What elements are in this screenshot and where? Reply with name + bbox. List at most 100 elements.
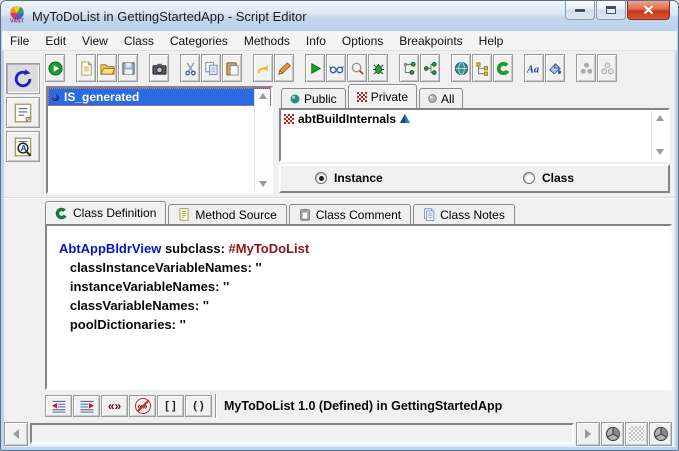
part-hierarchy-button[interactable] <box>472 54 492 82</box>
connect-part-button[interactable] <box>399 54 419 82</box>
refresh-connections-button[interactable] <box>493 54 513 82</box>
members-list[interactable]: abtBuildInternals <box>279 108 670 162</box>
clipboard-icon <box>299 208 311 221</box>
titlebar[interactable]: VAST MyToDoList in GettingStartedApp - S… <box>1 1 678 31</box>
run-button[interactable] <box>45 54 65 82</box>
menu-class[interactable]: Class <box>116 31 162 51</box>
horizontal-splitter[interactable] <box>4 197 675 199</box>
refresh-view-button[interactable] <box>6 63 40 94</box>
debug-button[interactable] <box>368 54 388 82</box>
parts-list-item[interactable]: IS_generated <box>48 88 271 106</box>
class-radio[interactable]: Class <box>523 171 574 185</box>
globe-icon <box>454 61 469 76</box>
parts-list-scrollbar[interactable] <box>254 89 270 191</box>
ungroup-parts-button[interactable] <box>597 54 617 82</box>
insert-brackets-button[interactable]: [ ] <box>157 395 184 417</box>
radio-icon <box>315 172 327 184</box>
code-editor[interactable]: AbtAppBldrView subclass: #MyToDoList cla… <box>45 224 672 390</box>
left-arrow-icon <box>13 429 19 439</box>
browse-code-button[interactable] <box>326 54 346 82</box>
dither-pattern-icon <box>629 426 644 441</box>
connect-tree-icon <box>423 61 438 76</box>
script-editor-button[interactable] <box>6 97 40 128</box>
right-arrow-icon <box>585 429 591 439</box>
message-back-button[interactable] <box>4 422 28 446</box>
members-list-item[interactable]: abtBuildInternals <box>281 110 668 127</box>
highlight-marker-button[interactable] <box>274 54 294 82</box>
fill-color-button[interactable] <box>545 54 565 82</box>
camera-icon <box>152 61 167 76</box>
tab-class-notes[interactable]: Class Notes <box>413 204 515 224</box>
tab-class-definition[interactable]: Class Definition <box>45 201 166 224</box>
remove-guillemets-button[interactable]: «» <box>129 395 156 417</box>
menu-view[interactable]: View <box>74 31 116 51</box>
insert-parens-button[interactable]: ( ) <box>185 395 212 417</box>
scroll-down-icon[interactable] <box>656 149 664 155</box>
ungroup-parts-icon <box>600 61 615 76</box>
code-content: AbtAppBldrView subclass: #MyToDoList cla… <box>47 226 670 334</box>
open-button[interactable] <box>97 54 117 82</box>
new-file-icon <box>79 61 94 76</box>
svg-text:VAST: VAST <box>10 18 25 22</box>
menu-info[interactable]: Info <box>298 31 334 51</box>
tab-private[interactable]: Private <box>348 84 417 108</box>
code-line: classInstanceVariableNames: '' <box>59 258 666 277</box>
undo-button[interactable] <box>253 54 273 82</box>
menu-categories[interactable]: Categories <box>162 31 236 51</box>
guillemets-icon: «» <box>108 399 121 413</box>
tab-class-comment[interactable]: Class Comment <box>289 204 411 224</box>
menu-edit[interactable]: Edit <box>37 31 74 51</box>
members-list-item-label: abtBuildInternals <box>298 112 396 126</box>
visibility-tabs: Public Private All <box>281 84 465 108</box>
web-browser-button[interactable] <box>451 54 471 82</box>
toolbar-separator <box>215 394 217 418</box>
editor-tabs: Class Definition Method Source Class Com… <box>45 201 517 224</box>
screenshot-button[interactable] <box>149 54 169 82</box>
save-icon <box>121 61 136 76</box>
scroll-down-icon[interactable] <box>259 181 267 187</box>
hierarchy-tree-icon <box>475 61 490 76</box>
tab-method-source-label: Method Source <box>195 208 276 222</box>
save-button[interactable] <box>118 54 138 82</box>
message-forward-button[interactable] <box>576 422 600 446</box>
group-parts-button[interactable] <box>576 54 596 82</box>
tab-method-source[interactable]: Method Source <box>168 204 286 224</box>
inspect-button[interactable] <box>347 54 367 82</box>
activity-indicator-button[interactable] <box>625 422 648 446</box>
execute-button[interactable] <box>305 54 325 82</box>
text-style-button[interactable]: Aa <box>524 54 544 82</box>
tab-public-label: Public <box>304 92 337 106</box>
connect-parts-tree-button[interactable] <box>420 54 440 82</box>
memory-monitor-button[interactable] <box>601 422 624 446</box>
tab-public[interactable]: Public <box>281 88 346 108</box>
indent-decrease-button[interactable] <box>45 395 72 417</box>
menu-help[interactable]: Help <box>471 31 512 51</box>
menu-file[interactable]: File <box>2 31 37 51</box>
paste-button[interactable] <box>222 54 242 82</box>
menu-breakpoints[interactable]: Breakpoints <box>391 31 470 51</box>
indent-increase-button[interactable] <box>73 395 100 417</box>
new-script-button[interactable] <box>76 54 96 82</box>
scroll-up-icon[interactable] <box>656 115 664 121</box>
copy-button[interactable] <box>201 54 221 82</box>
vertical-splitter[interactable] <box>43 53 45 195</box>
gc-monitor-button[interactable] <box>649 422 672 446</box>
scroll-up-icon[interactable] <box>259 93 267 99</box>
instance-radio[interactable]: Instance <box>315 171 383 185</box>
insert-guillemets-button[interactable]: «» <box>101 395 128 417</box>
svg-text:A: A <box>21 144 27 153</box>
script-browser-button[interactable]: A <box>6 131 40 162</box>
window-title: MyToDoList in GettingStartedApp - Script… <box>32 9 307 24</box>
tab-all-label: All <box>441 92 454 106</box>
members-list-scrollbar[interactable] <box>651 111 667 159</box>
cut-button[interactable] <box>180 54 200 82</box>
tab-all[interactable]: All <box>419 88 463 108</box>
parts-list[interactable]: IS_generated <box>46 86 273 194</box>
menu-methods[interactable]: Methods <box>236 31 298 51</box>
menu-options[interactable]: Options <box>334 31 391 51</box>
close-button[interactable] <box>627 1 670 20</box>
marker-pen-icon <box>277 61 292 76</box>
maximize-button[interactable] <box>596 1 626 20</box>
minimize-button[interactable] <box>565 1 595 20</box>
tab-class-definition-label: Class Definition <box>73 206 156 220</box>
